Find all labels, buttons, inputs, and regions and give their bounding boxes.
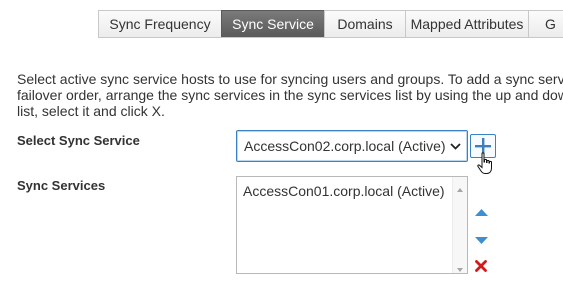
scroll-up-icon[interactable] [456,181,464,192]
sync-service-select[interactable]: AccessCon02.corp.local (Active) [236,130,468,162]
sync-services-list[interactable]: AccessCon01.corp.local (Active) [236,176,468,274]
tab-sync-service[interactable]: Sync Service [221,10,325,37]
select-sync-service-label: Select Sync Service [17,133,140,148]
description-text: Select active sync service hosts to use … [17,71,563,119]
move-up-button[interactable] [473,205,489,219]
hand-pointer-cursor-icon [476,152,496,176]
description-line-1: Select active sync service hosts to use … [17,71,563,87]
sync-service-page: Sync Frequency Sync Service Domains Mapp… [0,0,563,293]
chevron-down-icon [449,140,461,152]
tab-mapped-attributes[interactable]: Mapped Attributes [405,10,529,37]
tab-truncated[interactable]: G [528,10,563,37]
description-line-2: failover order, arrange the sync service… [17,87,563,103]
scroll-down-icon[interactable] [456,261,464,272]
sync-service-select-value: AccessCon02.corp.local (Active) [244,138,446,154]
list-item[interactable]: AccessCon01.corp.local (Active) [243,183,445,199]
tab-bar: Sync Frequency Sync Service Domains Mapp… [98,10,563,38]
tab-sync-frequency[interactable]: Sync Frequency [98,10,222,37]
description-line-3: list, select it and click X. [17,103,165,119]
x-icon [475,260,487,272]
move-down-button[interactable] [473,233,489,247]
tab-domains[interactable]: Domains [324,10,406,37]
remove-sync-service-button[interactable] [473,259,489,273]
sync-services-label: Sync Services [17,178,106,193]
triangle-up-icon [474,208,489,217]
list-scrollbar[interactable] [452,177,467,273]
triangle-down-icon [474,236,489,245]
